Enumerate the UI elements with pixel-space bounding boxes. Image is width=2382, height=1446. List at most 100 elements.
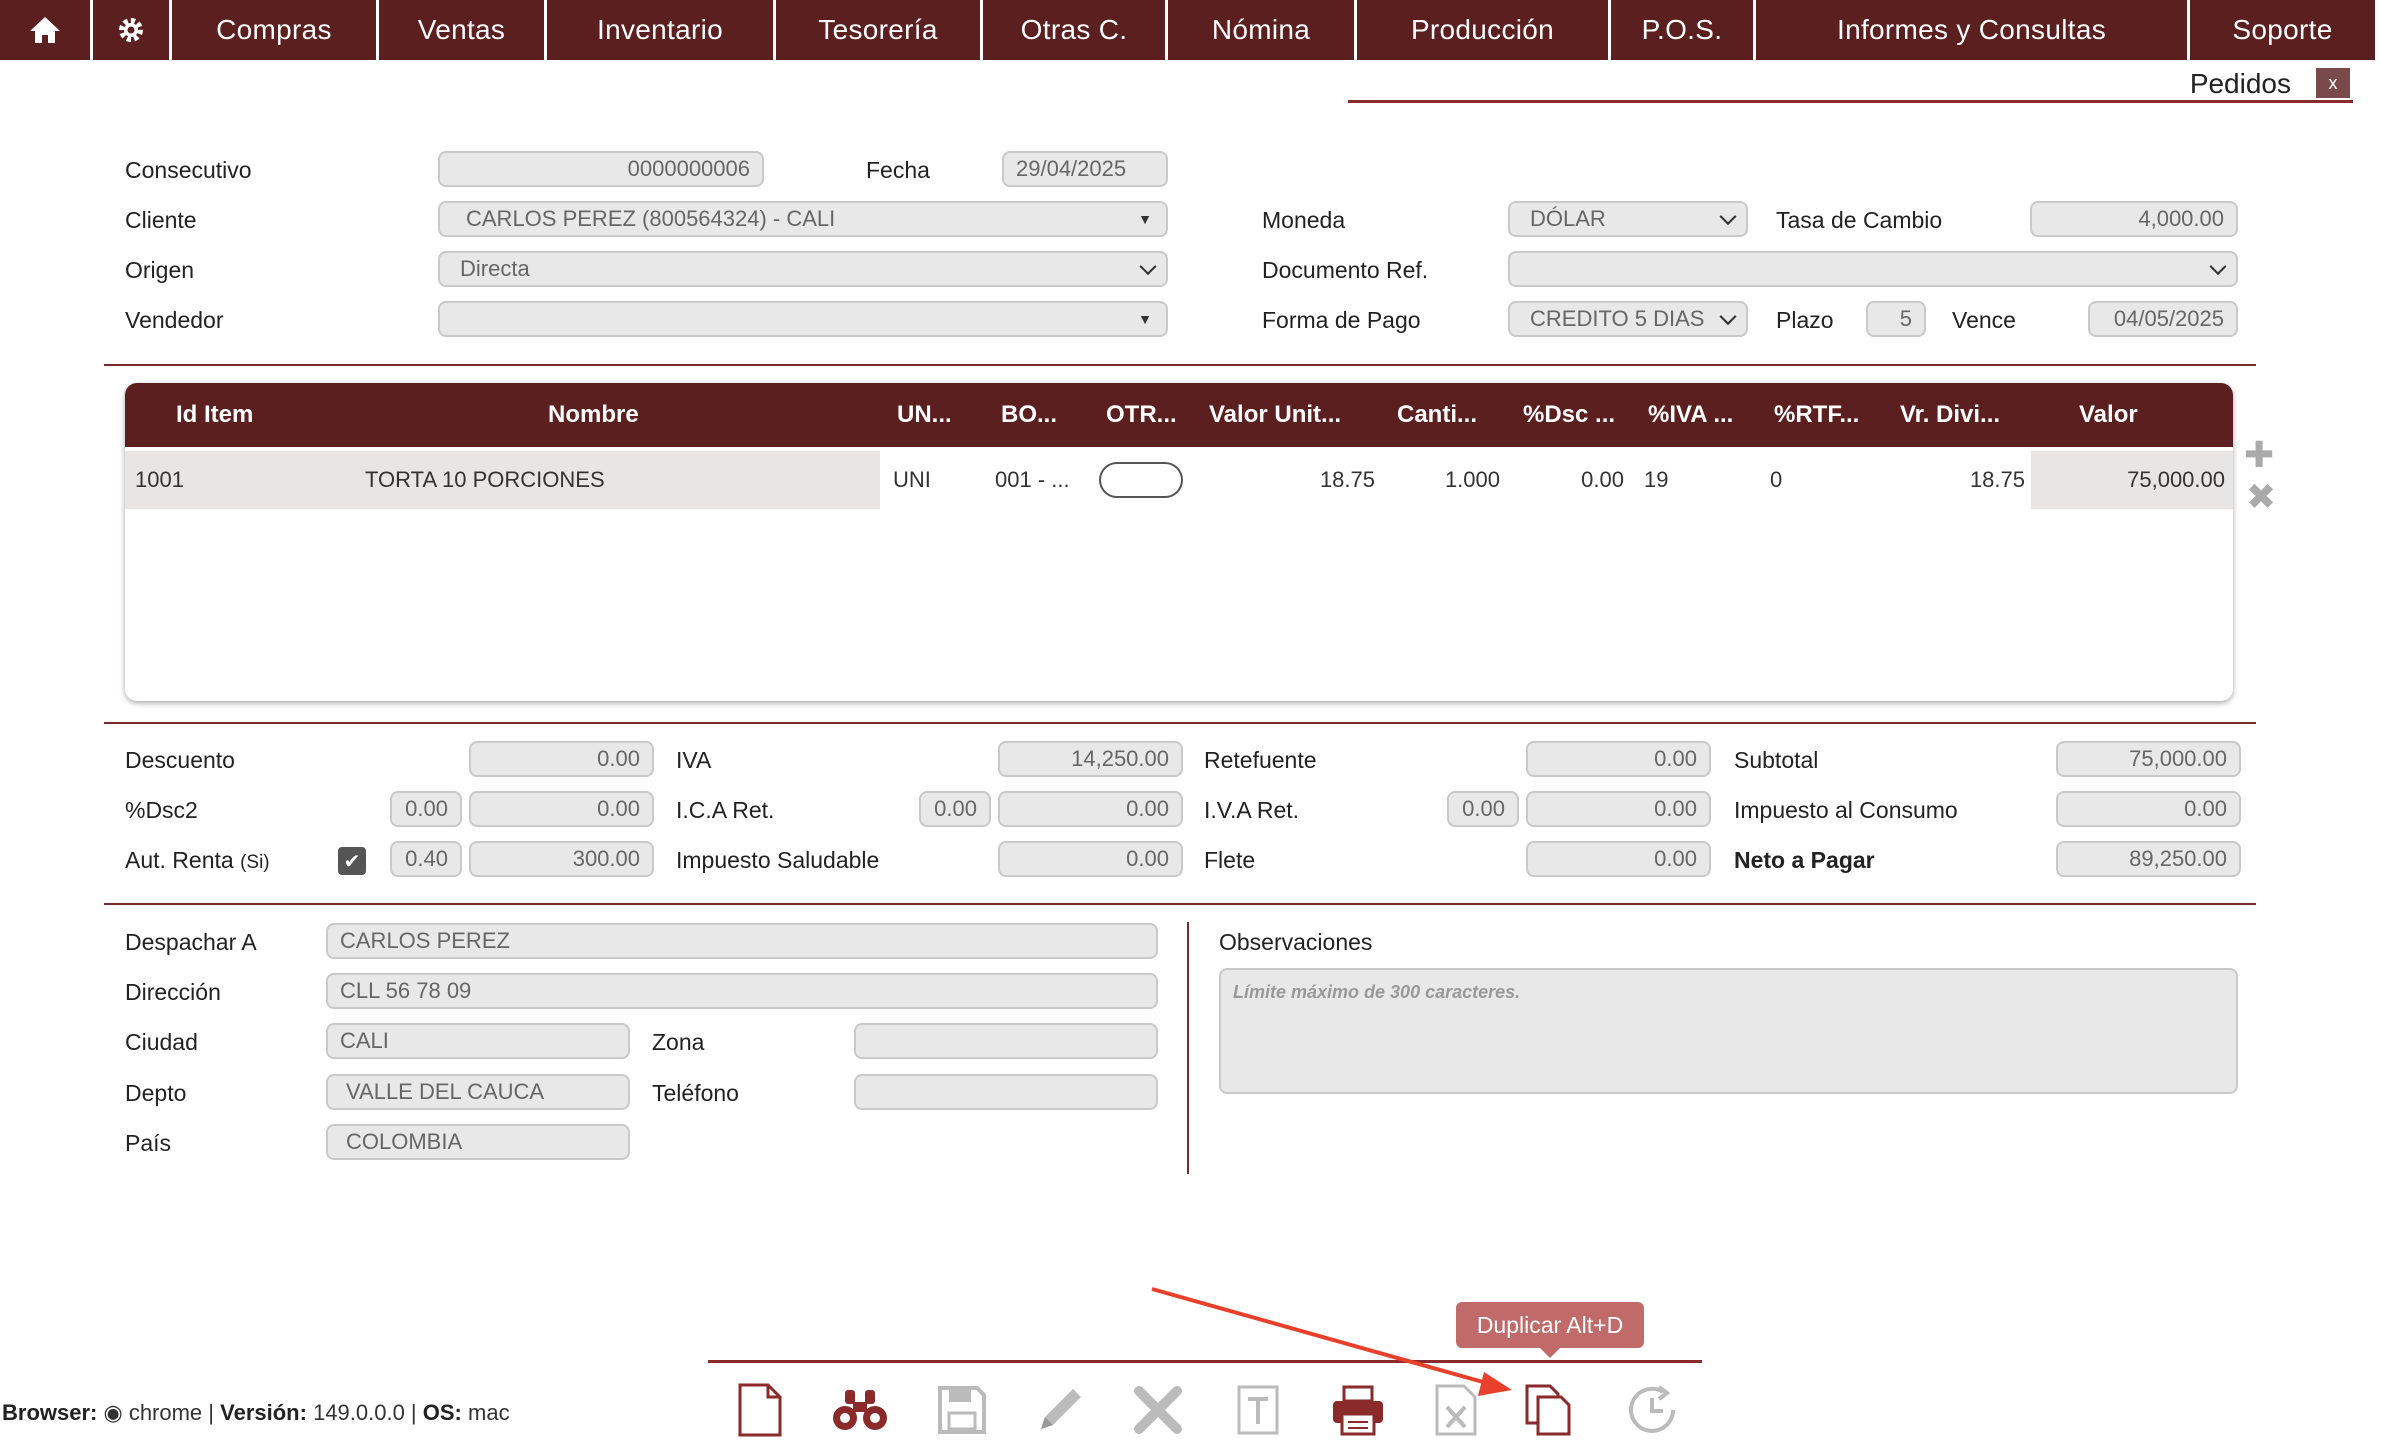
close-module-button[interactable]: x bbox=[2316, 68, 2350, 98]
col-vr-divisa[interactable]: Vr. Divi... bbox=[1900, 383, 2000, 447]
vence-field[interactable]: 04/05/2025 bbox=[2088, 301, 2238, 337]
col-rtf[interactable]: %RTF... bbox=[1774, 383, 1859, 447]
duplicate-icon bbox=[1525, 1384, 1571, 1436]
col-iva[interactable]: %IVA ... bbox=[1648, 383, 1733, 447]
dsc2-label: %Dsc2 bbox=[125, 797, 198, 823]
cell-vr-divisa[interactable]: 18.75 bbox=[1875, 451, 2025, 509]
cell-bodega[interactable]: 001 - ... bbox=[995, 451, 1070, 509]
autrenta-checkbox[interactable]: ✔ bbox=[338, 847, 366, 875]
moneda-value: DÓLAR bbox=[1530, 206, 1606, 231]
plus-icon[interactable]: ✚ bbox=[2244, 434, 2274, 476]
col-valor[interactable]: Valor bbox=[2079, 383, 2138, 447]
nav-informes[interactable]: Informes y Consultas bbox=[1756, 0, 2187, 60]
saludable-field[interactable]: 0.00 bbox=[998, 841, 1183, 877]
autrenta-field[interactable]: 300.00 bbox=[469, 841, 654, 877]
cell-iva[interactable]: 19 bbox=[1644, 451, 1668, 509]
cell-unidad[interactable]: UNI bbox=[893, 451, 931, 509]
formapago-label: Forma de Pago bbox=[1262, 307, 1421, 333]
close-icon[interactable]: ✖ bbox=[2246, 476, 2276, 518]
col-cantidad[interactable]: Canti... bbox=[1397, 383, 1477, 447]
consecutivo-label: Consecutivo bbox=[125, 157, 252, 183]
export-excel-button[interactable] bbox=[1426, 1380, 1486, 1440]
nav-soporte[interactable]: Soporte bbox=[2190, 0, 2375, 60]
origen-select[interactable]: Directa bbox=[438, 251, 1168, 287]
consumo-field[interactable]: 0.00 bbox=[2056, 791, 2241, 827]
nav-ventas[interactable]: Ventas bbox=[379, 0, 544, 60]
search-button[interactable] bbox=[830, 1380, 890, 1440]
cliente-label: Cliente bbox=[125, 207, 197, 233]
telefono-field[interactable] bbox=[854, 1074, 1158, 1110]
docref-select[interactable] bbox=[1508, 251, 2238, 287]
autrenta-pct-field[interactable]: 0.40 bbox=[390, 841, 462, 877]
cell-descuento[interactable]: 0.00 bbox=[1500, 451, 1624, 509]
ivaret-field[interactable]: 0.00 bbox=[1526, 791, 1711, 827]
fecha-field[interactable]: 29/04/2025 bbox=[1002, 151, 1168, 187]
iva-field[interactable]: 14,250.00 bbox=[998, 741, 1183, 777]
moneda-select[interactable]: DÓLAR bbox=[1508, 201, 1748, 237]
cell-valor[interactable]: 75,000.00 bbox=[2031, 451, 2233, 509]
nav-pos[interactable]: P.O.S. bbox=[1611, 0, 1753, 60]
dsc2-field[interactable]: 0.00 bbox=[469, 791, 654, 827]
nav-compras[interactable]: Compras bbox=[172, 0, 376, 60]
cell-cantidad[interactable]: 1.000 bbox=[1375, 451, 1500, 509]
new-file-icon bbox=[738, 1383, 782, 1437]
nav-produccion[interactable]: Producción bbox=[1357, 0, 1608, 60]
history-button[interactable] bbox=[1622, 1380, 1682, 1440]
duplicate-button[interactable] bbox=[1518, 1380, 1578, 1440]
ica-pct-field[interactable]: 0.00 bbox=[919, 791, 991, 827]
autrenta-label: Aut. Renta (Si) bbox=[125, 847, 270, 874]
col-bodega[interactable]: BO... bbox=[1001, 383, 1057, 447]
dsc2-pct-field[interactable]: 0.00 bbox=[390, 791, 462, 827]
print-button[interactable] bbox=[1328, 1380, 1388, 1440]
cell-rtf[interactable]: 0 bbox=[1770, 451, 1782, 509]
cell-nombre[interactable]: TORTA 10 PORCIONES bbox=[365, 451, 605, 509]
col-descuento[interactable]: %Dsc ... bbox=[1523, 383, 1615, 447]
module-title: Pedidos bbox=[2189, 68, 2291, 99]
edit-button[interactable] bbox=[1030, 1380, 1090, 1440]
autrenta-suffix: (Si) bbox=[240, 852, 270, 873]
retefuente-field[interactable]: 0.00 bbox=[1526, 741, 1711, 777]
pais-label: País bbox=[125, 1130, 172, 1156]
text-button[interactable] bbox=[1228, 1380, 1288, 1440]
col-id-item[interactable]: Id Item bbox=[176, 383, 253, 447]
pais-field[interactable]: COLOMBIA bbox=[326, 1124, 630, 1160]
home-button[interactable] bbox=[0, 0, 90, 60]
col-unidad[interactable]: UN... bbox=[897, 383, 952, 447]
nav-tesoreria[interactable]: Tesorería bbox=[776, 0, 980, 60]
plazo-field[interactable]: 5 bbox=[1866, 301, 1926, 337]
ciudad-field[interactable]: CALI bbox=[326, 1023, 630, 1059]
ciudad-label: Ciudad bbox=[125, 1029, 198, 1055]
descuento-field[interactable]: 0.00 bbox=[469, 741, 654, 777]
formapago-select[interactable]: CREDITO 5 DIAS bbox=[1508, 301, 1748, 337]
col-valor-unit[interactable]: Valor Unit... bbox=[1209, 383, 1341, 447]
zona-field[interactable] bbox=[854, 1023, 1158, 1059]
delete-button[interactable] bbox=[1128, 1380, 1188, 1440]
ica-field[interactable]: 0.00 bbox=[998, 791, 1183, 827]
subtotal-field[interactable]: 75,000.00 bbox=[2056, 741, 2241, 777]
toolbar-divider bbox=[708, 1360, 1702, 1363]
cliente-select[interactable]: CARLOS PEREZ (800564324) - CALI ▼ bbox=[438, 201, 1168, 237]
tasa-field[interactable]: 4,000.00 bbox=[2030, 201, 2238, 237]
neto-field[interactable]: 89,250.00 bbox=[2056, 841, 2241, 877]
tasa-label: Tasa de Cambio bbox=[1776, 207, 1943, 233]
cell-valor-unit[interactable]: 18.75 bbox=[1205, 451, 1375, 509]
save-button[interactable] bbox=[932, 1380, 992, 1440]
depto-field[interactable]: VALLE DEL CAUCA bbox=[326, 1074, 630, 1110]
settings-button[interactable] bbox=[93, 0, 169, 60]
observaciones-textarea[interactable]: Límite máximo de 300 caracteres. bbox=[1219, 968, 2238, 1094]
col-otros[interactable]: OTR... bbox=[1106, 383, 1177, 447]
ivaret-pct-field[interactable]: 0.00 bbox=[1447, 791, 1519, 827]
col-nombre[interactable]: Nombre bbox=[548, 383, 639, 447]
otros-toggle[interactable] bbox=[1099, 462, 1183, 498]
nav-inventario[interactable]: Inventario bbox=[547, 0, 773, 60]
new-document-button[interactable] bbox=[730, 1380, 790, 1440]
vertical-divider bbox=[1187, 922, 1189, 1174]
direccion-field[interactable]: CLL 56 78 09 bbox=[326, 973, 1158, 1009]
title-underline bbox=[1348, 100, 2353, 103]
despachar-field[interactable]: CARLOS PEREZ bbox=[326, 923, 1158, 959]
flete-field[interactable]: 0.00 bbox=[1526, 841, 1711, 877]
vendedor-select[interactable]: ▼ bbox=[438, 301, 1168, 337]
nav-otras[interactable]: Otras C. bbox=[983, 0, 1165, 60]
consecutivo-field[interactable]: 0000000006 bbox=[438, 151, 764, 187]
nav-nomina[interactable]: Nómina bbox=[1168, 0, 1354, 60]
